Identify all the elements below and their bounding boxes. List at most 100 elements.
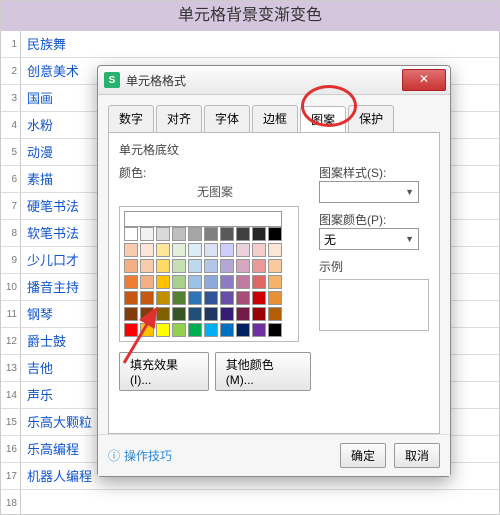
row-number: 1 xyxy=(1,31,21,58)
color-swatch[interactable] xyxy=(124,323,138,337)
color-swatch[interactable] xyxy=(204,291,218,305)
color-swatch[interactable] xyxy=(172,291,186,305)
color-swatch[interactable] xyxy=(236,227,250,241)
color-swatch[interactable] xyxy=(156,307,170,321)
color-swatch[interactable] xyxy=(188,275,202,289)
color-swatch[interactable] xyxy=(204,323,218,337)
color-swatch[interactable] xyxy=(220,243,234,257)
color-swatch[interactable] xyxy=(268,307,282,321)
tab-图案[interactable]: 图案 xyxy=(300,106,346,133)
color-swatch[interactable] xyxy=(252,275,266,289)
color-swatch[interactable] xyxy=(188,259,202,273)
color-swatch[interactable] xyxy=(252,259,266,273)
color-swatch[interactable] xyxy=(140,307,154,321)
color-swatch[interactable] xyxy=(204,259,218,273)
color-swatch[interactable] xyxy=(268,259,282,273)
chevron-down-icon: ▼ xyxy=(405,187,414,197)
dialog-title: 单元格格式 xyxy=(126,72,186,89)
color-swatch[interactable] xyxy=(236,243,250,257)
color-swatch[interactable] xyxy=(156,227,170,241)
color-swatch[interactable] xyxy=(156,291,170,305)
color-swatch[interactable] xyxy=(140,291,154,305)
color-swatch[interactable] xyxy=(124,227,138,241)
color-swatch[interactable] xyxy=(124,259,138,273)
color-swatch[interactable] xyxy=(156,323,170,337)
color-swatch[interactable] xyxy=(172,275,186,289)
color-swatch[interactable] xyxy=(204,243,218,257)
color-swatch[interactable] xyxy=(172,243,186,257)
color-swatch[interactable] xyxy=(124,275,138,289)
cell[interactable] xyxy=(21,490,499,515)
color-swatch[interactable] xyxy=(252,227,266,241)
color-swatch[interactable] xyxy=(268,275,282,289)
color-swatch[interactable] xyxy=(188,243,202,257)
color-swatch[interactable] xyxy=(188,291,202,305)
color-swatch[interactable] xyxy=(204,307,218,321)
color-swatch[interactable] xyxy=(252,243,266,257)
color-swatch[interactable] xyxy=(236,259,250,273)
no-pattern-text: 无图案 xyxy=(119,183,311,200)
color-swatch[interactable] xyxy=(220,259,234,273)
color-swatch[interactable] xyxy=(252,291,266,305)
color-swatch[interactable] xyxy=(252,323,266,337)
tab-数字[interactable]: 数字 xyxy=(108,105,154,132)
color-swatch[interactable] xyxy=(156,243,170,257)
color-swatch[interactable] xyxy=(252,307,266,321)
color-swatch[interactable] xyxy=(156,259,170,273)
color-swatch[interactable] xyxy=(268,227,282,241)
tips-link[interactable]: ⓘ 操作技巧 xyxy=(108,447,172,464)
color-swatch[interactable] xyxy=(236,275,250,289)
row-number: 17 xyxy=(1,463,21,490)
color-swatch[interactable] xyxy=(172,323,186,337)
tab-对齐[interactable]: 对齐 xyxy=(156,105,202,132)
color-swatch[interactable] xyxy=(172,227,186,241)
color-swatch[interactable] xyxy=(156,275,170,289)
row-number: 15 xyxy=(1,409,21,436)
color-swatch[interactable] xyxy=(188,307,202,321)
fill-effect-button[interactable]: 填充效果(I)... xyxy=(119,352,209,391)
section-heading: 单元格底纹 xyxy=(119,141,429,158)
row-number: 10 xyxy=(1,274,21,301)
color-swatch[interactable] xyxy=(268,323,282,337)
color-swatch[interactable] xyxy=(220,307,234,321)
color-swatch[interactable] xyxy=(188,323,202,337)
pattern-style-select[interactable]: ▼ xyxy=(319,181,419,203)
color-swatch[interactable] xyxy=(220,227,234,241)
color-swatch[interactable] xyxy=(268,243,282,257)
color-swatch[interactable] xyxy=(220,275,234,289)
no-color-swatch[interactable] xyxy=(124,211,282,227)
color-swatch[interactable] xyxy=(188,227,202,241)
row-number: 5 xyxy=(1,139,21,166)
color-swatch[interactable] xyxy=(236,323,250,337)
color-swatch[interactable] xyxy=(204,275,218,289)
color-swatch[interactable] xyxy=(220,291,234,305)
color-swatch[interactable] xyxy=(236,307,250,321)
tab-保护[interactable]: 保护 xyxy=(348,105,394,132)
color-swatch[interactable] xyxy=(204,227,218,241)
pattern-color-select[interactable]: 无 ▼ xyxy=(319,228,419,250)
color-swatch[interactable] xyxy=(140,323,154,337)
color-swatch[interactable] xyxy=(236,291,250,305)
other-color-button[interactable]: 其他颜色(M)... xyxy=(215,352,311,391)
close-button[interactable]: ✕ xyxy=(402,69,446,91)
color-swatch[interactable] xyxy=(140,259,154,273)
color-swatch[interactable] xyxy=(140,243,154,257)
tab-字体[interactable]: 字体 xyxy=(204,105,250,132)
cell[interactable]: 民族舞 xyxy=(21,31,499,58)
color-swatch[interactable] xyxy=(268,291,282,305)
color-swatch[interactable] xyxy=(140,227,154,241)
color-swatch[interactable] xyxy=(172,259,186,273)
row-number: 6 xyxy=(1,166,21,193)
info-icon: ⓘ xyxy=(108,447,120,464)
color-swatch[interactable] xyxy=(220,323,234,337)
color-swatch[interactable] xyxy=(124,243,138,257)
dialog-footer: ⓘ 操作技巧 确定 取消 xyxy=(98,434,450,476)
cancel-button[interactable]: 取消 xyxy=(394,443,440,468)
ok-button[interactable]: 确定 xyxy=(340,443,386,468)
color-swatch[interactable] xyxy=(124,307,138,321)
dialog-titlebar[interactable]: S 单元格格式 ✕ xyxy=(98,66,450,95)
color-swatch[interactable] xyxy=(124,291,138,305)
color-swatch[interactable] xyxy=(172,307,186,321)
color-swatch[interactable] xyxy=(140,275,154,289)
tab-边框[interactable]: 边框 xyxy=(252,105,298,132)
